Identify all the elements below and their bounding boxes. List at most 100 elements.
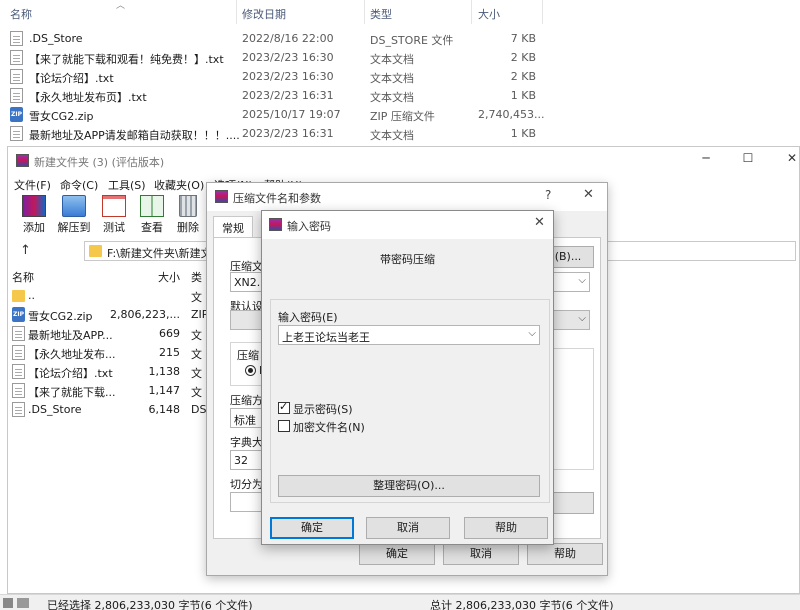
doc-icon bbox=[10, 50, 23, 65]
delete-button[interactable]: 删除 bbox=[168, 193, 208, 235]
menu-commands[interactable]: 命令(C) bbox=[60, 177, 98, 193]
password-dialog: 输入密码 ✕ 带密码压缩 输入密码(E) 上老王论坛当老王 ⌵ 显示密码(S) … bbox=[261, 210, 554, 545]
file-date: 2023/2/23 16:31 bbox=[242, 127, 334, 140]
show-password-label: 显示密码(S) bbox=[293, 403, 353, 416]
doc-icon bbox=[10, 126, 23, 141]
dialog-title: 输入密码 bbox=[287, 220, 331, 233]
add-archive-icon bbox=[22, 195, 46, 217]
add-button[interactable]: 添加 bbox=[14, 193, 54, 235]
list-size-header[interactable]: 大小 bbox=[158, 269, 180, 285]
archive-row[interactable]: 【论坛介绍】.txt 1,138 文 bbox=[8, 362, 208, 381]
list-name-header[interactable]: 名称 bbox=[12, 269, 34, 285]
file-type: 文 bbox=[191, 367, 202, 380]
tab-general[interactable]: 常规 bbox=[213, 216, 253, 238]
organize-passwords-button[interactable]: 整理密码(O)... bbox=[278, 475, 540, 497]
column-divider[interactable] bbox=[364, 0, 365, 24]
cancel-button[interactable]: 取消 bbox=[366, 517, 450, 539]
extract-label: 解压到 bbox=[57, 221, 91, 234]
column-name-header[interactable]: 名称 bbox=[10, 6, 32, 22]
add-label: 添加 bbox=[23, 221, 45, 234]
archive-row[interactable]: 【来了就能下载... 1,147 文 bbox=[8, 381, 208, 400]
extract-button[interactable]: 解压到 bbox=[54, 193, 94, 235]
up-arrow-icon[interactable]: ↑ bbox=[20, 243, 31, 258]
password-label: 输入密码(E) bbox=[278, 311, 338, 324]
doc-icon bbox=[12, 364, 25, 379]
ok-button[interactable]: 确定 bbox=[359, 543, 435, 565]
password-input[interactable]: 上老王论坛当老王 ⌵ bbox=[278, 325, 540, 345]
file-row[interactable]: ZIP 雪女CG2.zip 2025/10/17 19:07 ZIP 压缩文件 2,74… bbox=[0, 105, 800, 124]
menu-tools[interactable]: 工具(S) bbox=[108, 177, 146, 193]
file-name: 最新地址及APP... bbox=[28, 329, 113, 342]
dialog-titlebar[interactable]: 压缩文件名和参数 ? ✕ bbox=[207, 183, 607, 211]
list-type-header[interactable]: 类 bbox=[191, 269, 202, 285]
close-icon[interactable]: ✕ bbox=[534, 215, 545, 230]
minimize-icon[interactable]: ─ bbox=[696, 151, 716, 169]
column-divider[interactable] bbox=[471, 0, 472, 24]
file-size: 6,148 bbox=[148, 403, 181, 416]
file-type: 文本文档 bbox=[370, 91, 414, 104]
column-divider[interactable] bbox=[542, 0, 543, 24]
column-date-header[interactable]: 修改日期 bbox=[242, 6, 286, 22]
archive-row[interactable]: .DS_Store 6,148 DS bbox=[8, 400, 208, 419]
file-type: 文 bbox=[191, 386, 202, 399]
close-icon[interactable]: ✕ bbox=[782, 151, 800, 169]
file-size: 2 KB bbox=[510, 51, 536, 64]
maximize-icon[interactable]: ☐ bbox=[738, 151, 758, 169]
column-divider[interactable] bbox=[236, 0, 237, 24]
file-name: 【论坛介绍】.txt bbox=[28, 367, 113, 380]
window-titlebar[interactable]: 新建文件夹 (3) (评估版本) ─ ☐ ✕ bbox=[8, 147, 799, 175]
chevron-down-icon[interactable]: ⌵ bbox=[528, 328, 536, 339]
column-type-header[interactable]: 类型 bbox=[370, 6, 392, 22]
archive-row[interactable]: 【永久地址发布... 215 文 bbox=[8, 343, 208, 362]
file-date: 2023/2/23 16:30 bbox=[242, 70, 334, 83]
method-label: 压缩方 bbox=[230, 394, 263, 407]
chevron-down-icon[interactable]: ⌵ bbox=[578, 313, 586, 324]
encrypt-filenames-checkbox[interactable] bbox=[278, 420, 290, 432]
chevron-down-icon[interactable]: ⌵ bbox=[578, 275, 586, 286]
dialog-titlebar[interactable]: 输入密码 ✕ bbox=[262, 211, 553, 239]
extract-folder-icon bbox=[62, 195, 86, 217]
doc-icon bbox=[10, 69, 23, 84]
file-type: DS_STORE 文件 bbox=[370, 34, 454, 47]
dialog-title: 压缩文件名和参数 bbox=[233, 192, 321, 205]
view-label: 查看 bbox=[141, 221, 163, 234]
file-row[interactable]: 【论坛介绍】.txt 2023/2/23 16:30 文本文档 2 KB bbox=[0, 67, 800, 86]
winrar-logo-icon bbox=[16, 154, 29, 167]
doc-icon bbox=[10, 88, 23, 103]
file-name: 雪女CG2.zip bbox=[29, 110, 94, 123]
help-icon[interactable]: ? bbox=[545, 188, 551, 202]
file-row[interactable]: 【永久地址发布页】.txt 2023/2/23 16:31 文本文档 1 KB bbox=[0, 86, 800, 105]
test-button[interactable]: 测试 bbox=[94, 193, 134, 235]
winrar-logo-icon bbox=[269, 218, 282, 231]
help-button[interactable]: 帮助 bbox=[527, 543, 603, 565]
doc-icon bbox=[12, 345, 25, 360]
archive-row[interactable]: 最新地址及APP... 669 文 bbox=[8, 324, 208, 343]
menu-favorites[interactable]: 收藏夹(O) bbox=[154, 177, 204, 193]
menu-file[interactable]: 文件(F) bbox=[14, 177, 51, 193]
view-button[interactable]: 查看 bbox=[132, 193, 172, 235]
format-rar-radio[interactable] bbox=[245, 365, 256, 376]
file-name: 【来了就能下载和观看！纯免费！】.txt bbox=[29, 53, 224, 66]
test-clipboard-icon bbox=[102, 195, 126, 217]
password-group: 输入密码(E) 上老王论坛当老王 ⌵ 显示密码(S) 加密文件名(N) 整理密码… bbox=[270, 299, 550, 503]
dialog-heading: 带密码压缩 bbox=[380, 253, 435, 266]
file-size: 1,147 bbox=[148, 384, 181, 397]
file-name: 最新地址及APP请发邮箱自动获取！！！.... bbox=[29, 129, 240, 142]
file-row[interactable]: .DS_Store 2022/8/16 22:00 DS_STORE 文件 7 KB bbox=[0, 29, 800, 48]
file-type: 文 bbox=[191, 291, 202, 304]
show-password-checkbox[interactable] bbox=[278, 400, 290, 414]
archive-row[interactable]: ZIP 雪女CG2.zip 2,806,223,... ZIP bbox=[8, 305, 208, 324]
password-value: 上老王论坛当老王 bbox=[282, 331, 370, 344]
file-name: .DS_Store bbox=[28, 403, 82, 416]
help-button[interactable]: 帮助 bbox=[464, 517, 548, 539]
file-name: 雪女CG2.zip bbox=[28, 310, 93, 323]
archive-row[interactable]: .. 文 bbox=[8, 286, 208, 305]
file-size: 2,806,223,... bbox=[110, 308, 180, 321]
file-explorer: 名称 ︿ 修改日期 类型 大小 .DS_Store 2022/8/16 22:00… bbox=[0, 0, 800, 145]
ok-button[interactable]: 确定 bbox=[270, 517, 354, 539]
cancel-button[interactable]: 取消 bbox=[443, 543, 519, 565]
file-row[interactable]: 【来了就能下载和观看！纯免费！】.txt 2023/2/23 16:30 文本文档 2… bbox=[0, 48, 800, 67]
column-size-header[interactable]: 大小 bbox=[478, 6, 500, 22]
close-icon[interactable]: ✕ bbox=[583, 187, 594, 202]
file-row[interactable]: 最新地址及APP请发邮箱自动获取！！！.... 2023/2/23 16:31 文本… bbox=[0, 124, 800, 143]
